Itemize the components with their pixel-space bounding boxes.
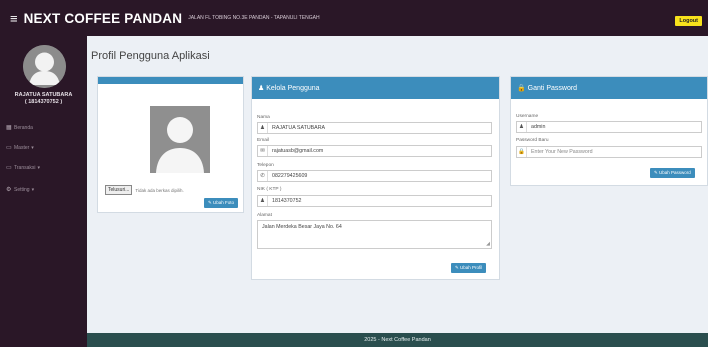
chevron-down-icon: ▾ bbox=[31, 186, 35, 193]
user-silhouette-icon bbox=[150, 106, 210, 173]
laptop-icon: ▭ bbox=[6, 145, 12, 151]
store-address: JALAN FL TOBING NO.3E PANDAN - TAPANULI … bbox=[188, 15, 320, 21]
alamat-label: Alamat bbox=[257, 213, 272, 218]
manage-user-card: ♟ Kelola Pengguna Nama ♟ RAJATUA SATUBAR… bbox=[251, 76, 500, 280]
menu-toggle-icon[interactable]: ≡ bbox=[10, 11, 18, 26]
page-title: Profil Pengguna Aplikasi bbox=[91, 50, 210, 62]
nik-label: NIK ( KTP ) bbox=[257, 187, 282, 192]
gear-icon: ⚙ bbox=[6, 187, 12, 193]
change-password-card-header: 🔒 Ganti Password bbox=[511, 77, 707, 99]
nama-value: RAJATUA SATUBARA bbox=[272, 125, 326, 131]
update-password-button[interactable]: ✎ Ubah Password bbox=[650, 168, 695, 178]
sidebar-item-setting[interactable]: ⚙ Setting ▾ bbox=[6, 186, 35, 194]
nik-value: 1814370752 bbox=[272, 198, 302, 204]
sidebar-item-label: Beranda bbox=[14, 124, 33, 131]
username-field[interactable]: ♟ admin bbox=[516, 121, 702, 133]
password-label: Password Baru bbox=[516, 138, 549, 143]
top-navbar: ≡ NEXT COFFEE PANDAN JALAN FL TOBING NO.… bbox=[0, 0, 708, 36]
sidebar-item-transaksi[interactable]: ▭ Transaksi ▾ bbox=[6, 164, 41, 172]
sidebar-user-name: RAJATUA SATUBARA bbox=[14, 92, 73, 98]
footer-text: 2025 - Next Coffee Pandan bbox=[364, 337, 431, 343]
telepon-field[interactable]: ✆ 082279425609 bbox=[257, 170, 492, 182]
laptop-icon: ▭ bbox=[6, 165, 12, 171]
app-title[interactable]: NEXT COFFEE PANDAN bbox=[24, 11, 183, 26]
email-value: rajatuasb@gmail.com bbox=[272, 148, 324, 154]
sidebar-item-label: Master bbox=[14, 144, 30, 151]
email-label: Email bbox=[257, 138, 269, 143]
email-field[interactable]: ✉ rajatuasb@gmail.com bbox=[257, 145, 492, 157]
nama-label: Nama bbox=[257, 115, 270, 120]
photo-card-header bbox=[98, 77, 243, 84]
sidebar-user-id: ( 1814370752 ) bbox=[24, 99, 63, 105]
user-icon: ♟ bbox=[258, 196, 268, 206]
user-icon: ♟ bbox=[258, 123, 268, 133]
new-password-field[interactable]: 🔒 Enter Your New Password bbox=[516, 146, 702, 158]
profile-photo bbox=[150, 106, 210, 173]
sidebar-item-label: Setting bbox=[14, 186, 30, 193]
footer: 2025 - Next Coffee Pandan bbox=[87, 333, 708, 347]
change-password-card: 🔒 Ganti Password Username ♟ admin Passwo… bbox=[510, 76, 708, 186]
file-picker: Telusuri... Tidak ada berkas dipilih. bbox=[105, 185, 184, 195]
sidebar-item-master[interactable]: ▭ Master ▾ bbox=[6, 144, 34, 152]
update-profile-button[interactable]: ✎ Ubah Profil bbox=[451, 263, 487, 273]
resize-handle-icon[interactable]: ◢ bbox=[486, 241, 490, 247]
chevron-down-icon: ▾ bbox=[37, 164, 41, 171]
change-photo-button[interactable]: ✎ Ubah Foto bbox=[204, 198, 239, 208]
lock-icon: 🔒 bbox=[517, 147, 527, 157]
avatar bbox=[23, 45, 66, 88]
username-value: admin bbox=[531, 124, 546, 130]
manage-user-card-header: ♟ Kelola Pengguna bbox=[252, 77, 499, 99]
user-avatar-icon bbox=[23, 45, 66, 88]
envelope-icon: ✉ bbox=[258, 146, 268, 156]
new-password-placeholder: Enter Your New Password bbox=[531, 149, 593, 155]
alamat-value: Jalan Merdeka Besar Jaya No. 64 bbox=[262, 224, 342, 230]
alamat-textarea[interactable]: Jalan Merdeka Besar Jaya No. 64 ◢ bbox=[257, 220, 492, 249]
file-status-text: Tidak ada berkas dipilih. bbox=[135, 187, 184, 193]
telepon-label: Telepon bbox=[257, 163, 274, 168]
sidebar-item-label: Transaksi bbox=[14, 164, 36, 171]
nik-field[interactable]: ♟ 1814370752 bbox=[257, 195, 492, 207]
nama-field[interactable]: ♟ RAJATUA SATUBARA bbox=[257, 122, 492, 134]
username-label: Username bbox=[516, 114, 539, 119]
sidebar: RAJATUA SATUBARA ( 1814370752 ) ▦ Berand… bbox=[0, 36, 87, 347]
browse-file-button[interactable]: Telusuri... bbox=[105, 185, 133, 195]
user-icon: ♟ bbox=[517, 122, 527, 132]
telepon-value: 082279425609 bbox=[272, 173, 308, 179]
chevron-down-icon: ▾ bbox=[31, 144, 34, 151]
phone-icon: ✆ bbox=[258, 171, 268, 181]
sidebar-item-beranda[interactable]: ▦ Beranda bbox=[6, 124, 33, 132]
dashboard-icon: ▦ bbox=[6, 125, 12, 131]
logout-button[interactable]: Logout bbox=[675, 16, 702, 26]
photo-card: Telusuri... Tidak ada berkas dipilih. ✎ … bbox=[97, 76, 244, 213]
